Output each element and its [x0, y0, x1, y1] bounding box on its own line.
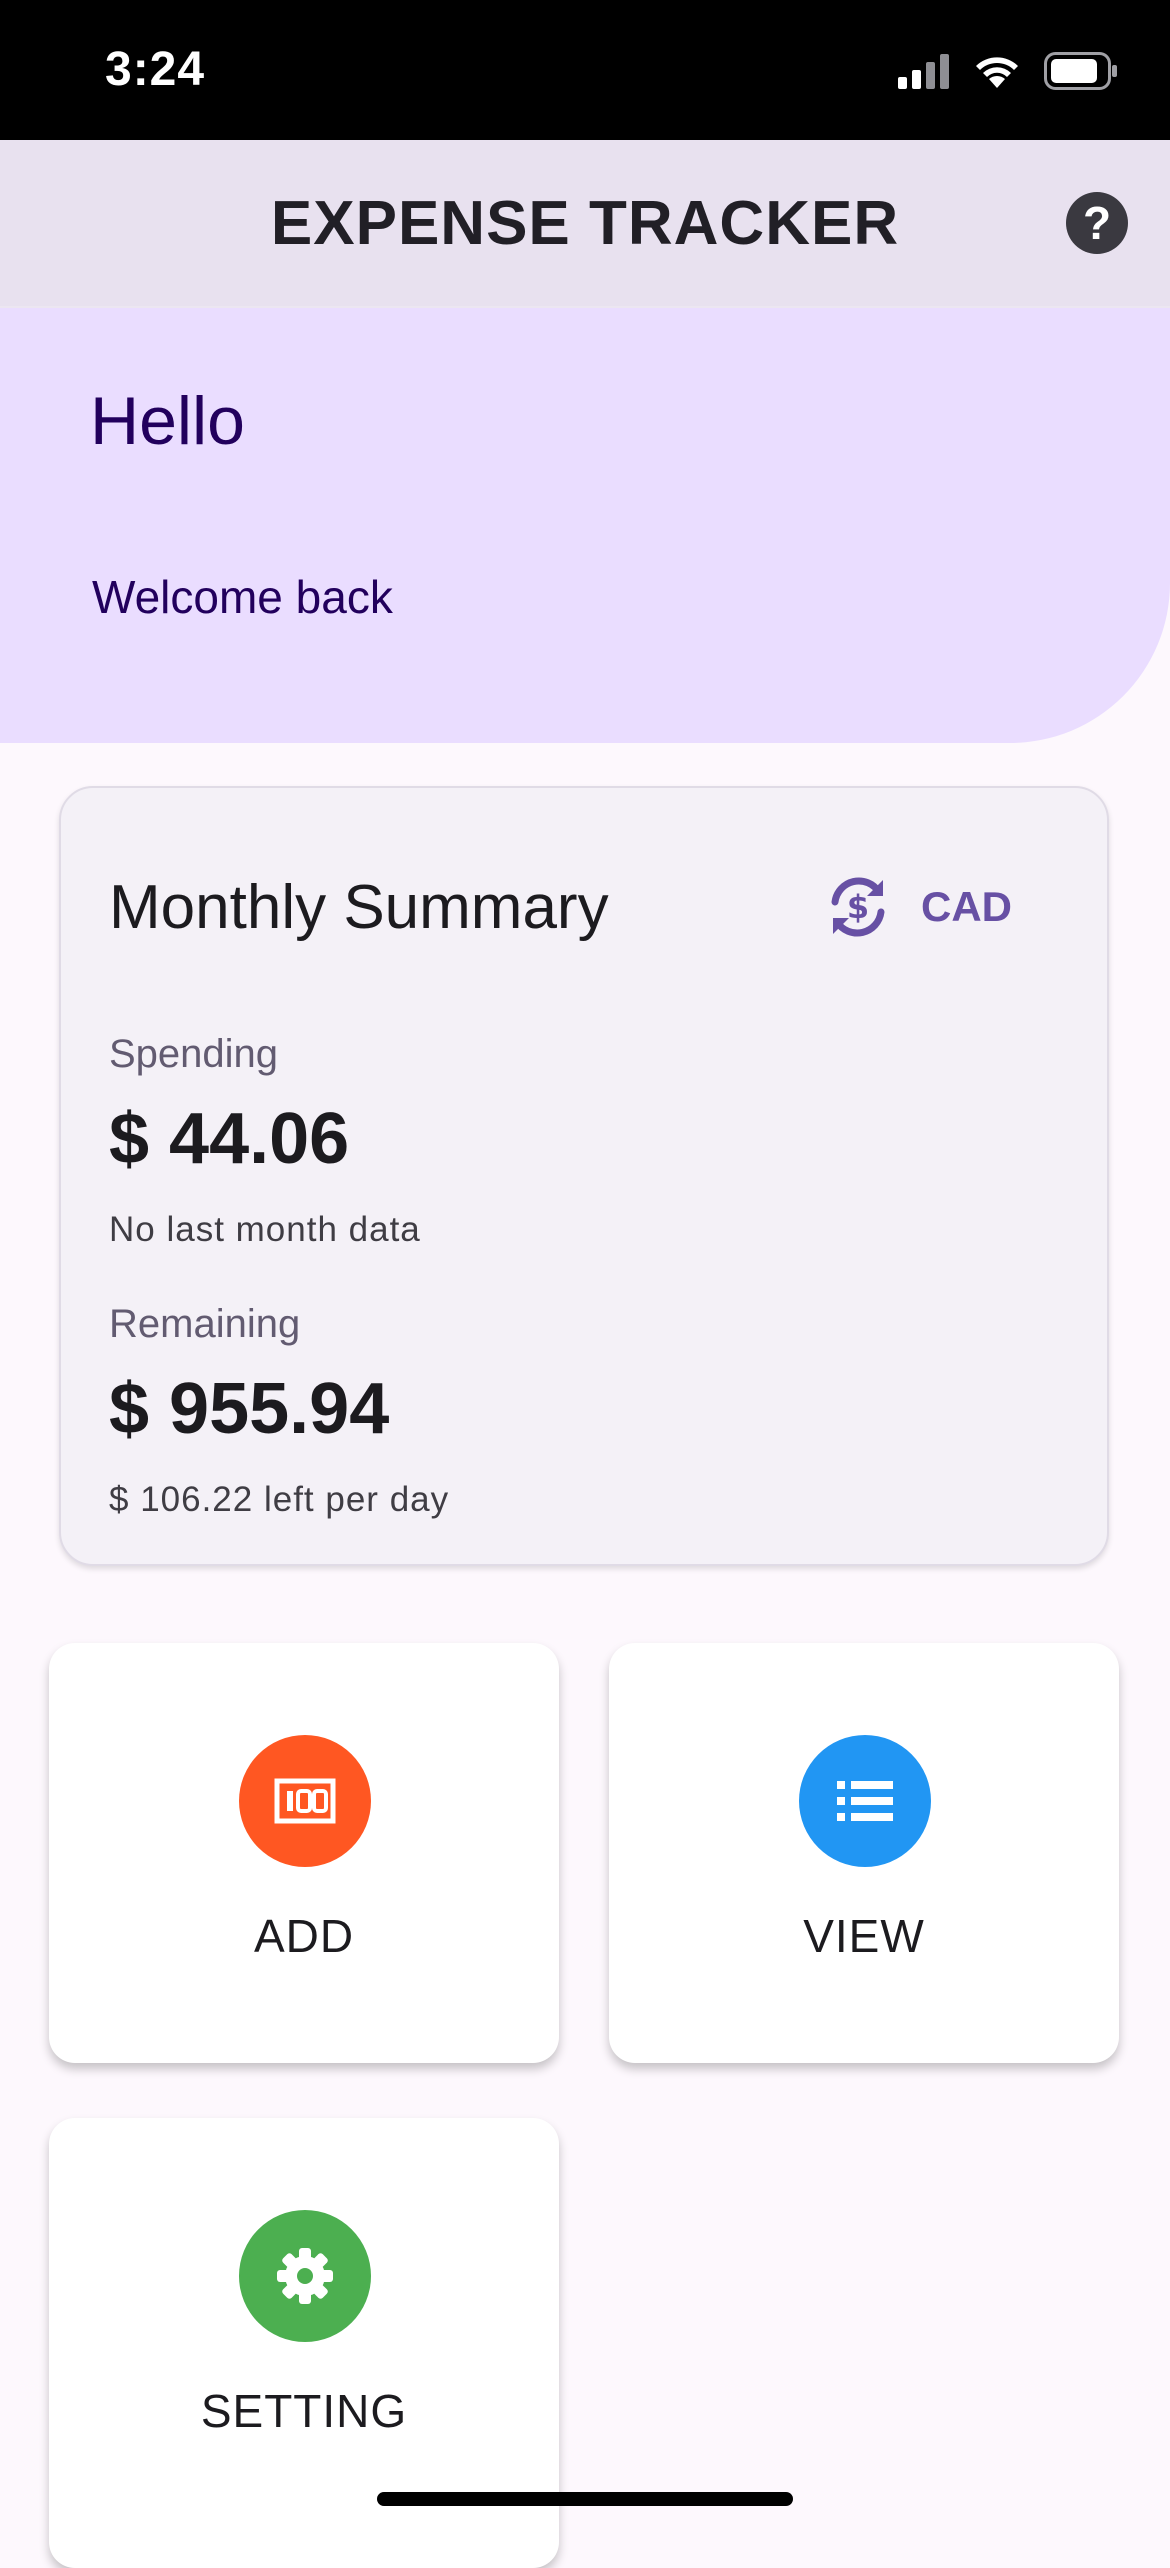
money-icon — [274, 1778, 336, 1824]
status-icons — [898, 52, 1118, 90]
cellular-signal-icon — [898, 54, 949, 89]
remaining-label: Remaining — [109, 1302, 301, 1346]
app-bar: EXPENSE TRACKER ? — [0, 140, 1170, 308]
greeting-header: Hello Welcome back — [0, 308, 1170, 743]
spending-note: No last month data — [109, 1210, 421, 1249]
list-icon — [837, 1781, 893, 1821]
view-button[interactable]: VIEW — [609, 1643, 1119, 2063]
view-label: VIEW — [803, 1910, 925, 1962]
status-time: 3:24 — [105, 43, 206, 96]
view-icon-circle — [799, 1735, 931, 1867]
summary-title: Monthly Summary — [109, 873, 609, 942]
add-label: ADD — [253, 1910, 355, 1962]
currency-switch-button[interactable]: $ CAD — [823, 872, 1012, 942]
gear-icon — [277, 2248, 333, 2304]
greeting-welcome: Welcome back — [92, 571, 393, 623]
help-icon[interactable]: ? — [1066, 192, 1128, 254]
monthly-summary-card: Monthly Summary $ CAD Spending $ 44.06 N… — [59, 786, 1109, 1566]
add-button[interactable]: ADD — [49, 1643, 559, 2063]
currency-exchange-icon: $ — [831, 877, 885, 937]
spending-amount: $ 44.06 — [109, 1099, 350, 1179]
svg-text:$: $ — [847, 888, 869, 926]
spending-label: Spending — [109, 1032, 279, 1076]
battery-icon — [1044, 52, 1117, 90]
setting-label: SETTING — [200, 2385, 408, 2437]
currency-label: CAD — [921, 883, 1012, 930]
wifi-icon — [976, 57, 1018, 88]
add-icon-circle — [239, 1735, 371, 1867]
remaining-amount: $ 955.94 — [109, 1369, 390, 1449]
home-indicator[interactable] — [377, 2492, 793, 2506]
greeting-hello: Hello — [90, 383, 245, 459]
setting-icon-circle — [239, 2210, 371, 2342]
status-bar: 3:24 — [0, 0, 1170, 140]
app-title: EXPENSE TRACKER — [270, 189, 900, 258]
remaining-note: $ 106.22 left per day — [109, 1480, 450, 1519]
